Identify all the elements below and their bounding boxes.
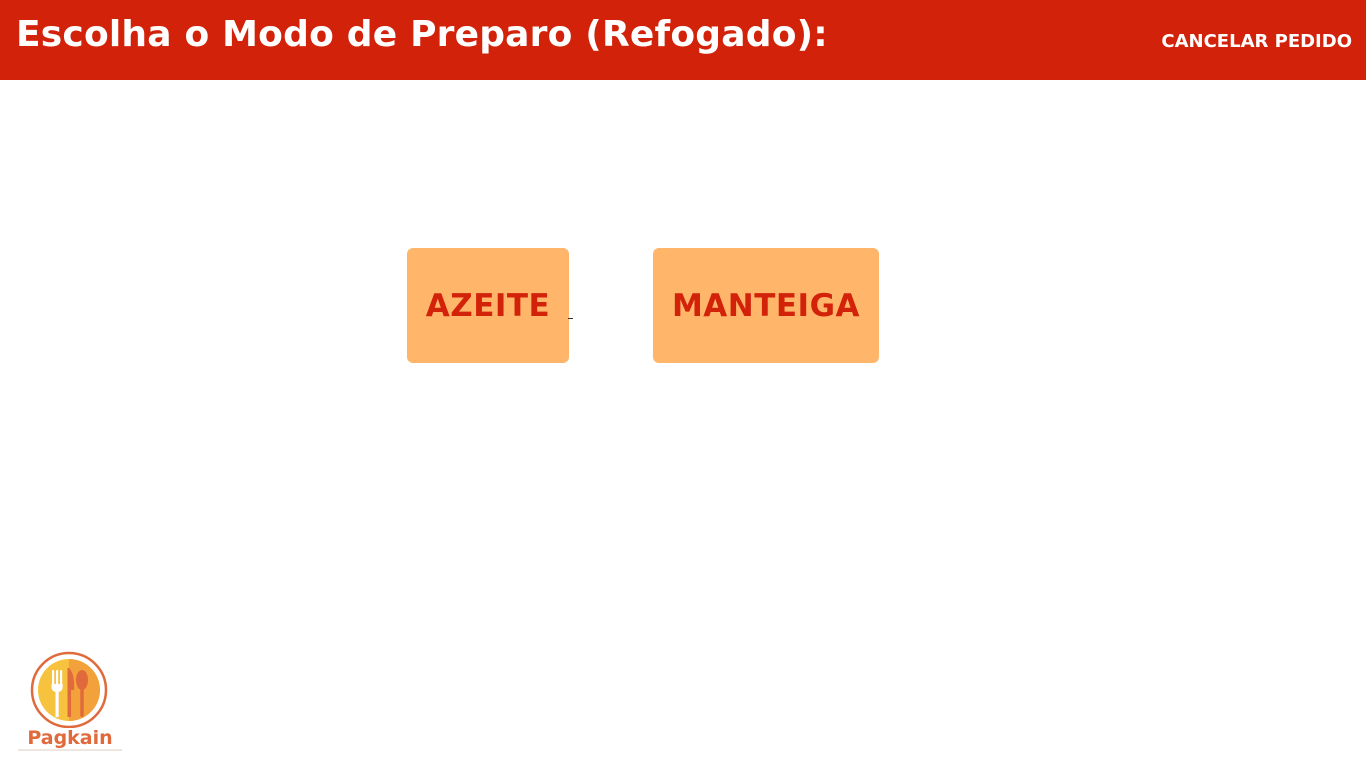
logo-divider: [18, 749, 122, 751]
brand-logo: Pagkain: [18, 648, 122, 752]
option-azeite-button[interactable]: AZEITE: [407, 248, 569, 363]
text-cursor-mark: [568, 318, 573, 319]
header-bar: Escolha o Modo de Preparo (Refogado): CA…: [0, 0, 1366, 80]
cancel-order-button[interactable]: CANCELAR PEDIDO: [1161, 30, 1352, 54]
option-manteiga-button[interactable]: MANTEIGA: [653, 248, 879, 363]
page-title: Escolha o Modo de Preparo (Refogado):: [16, 14, 828, 55]
brand-name: Pagkain: [27, 727, 113, 749]
fork-spoon-plate-icon: [30, 651, 108, 728]
